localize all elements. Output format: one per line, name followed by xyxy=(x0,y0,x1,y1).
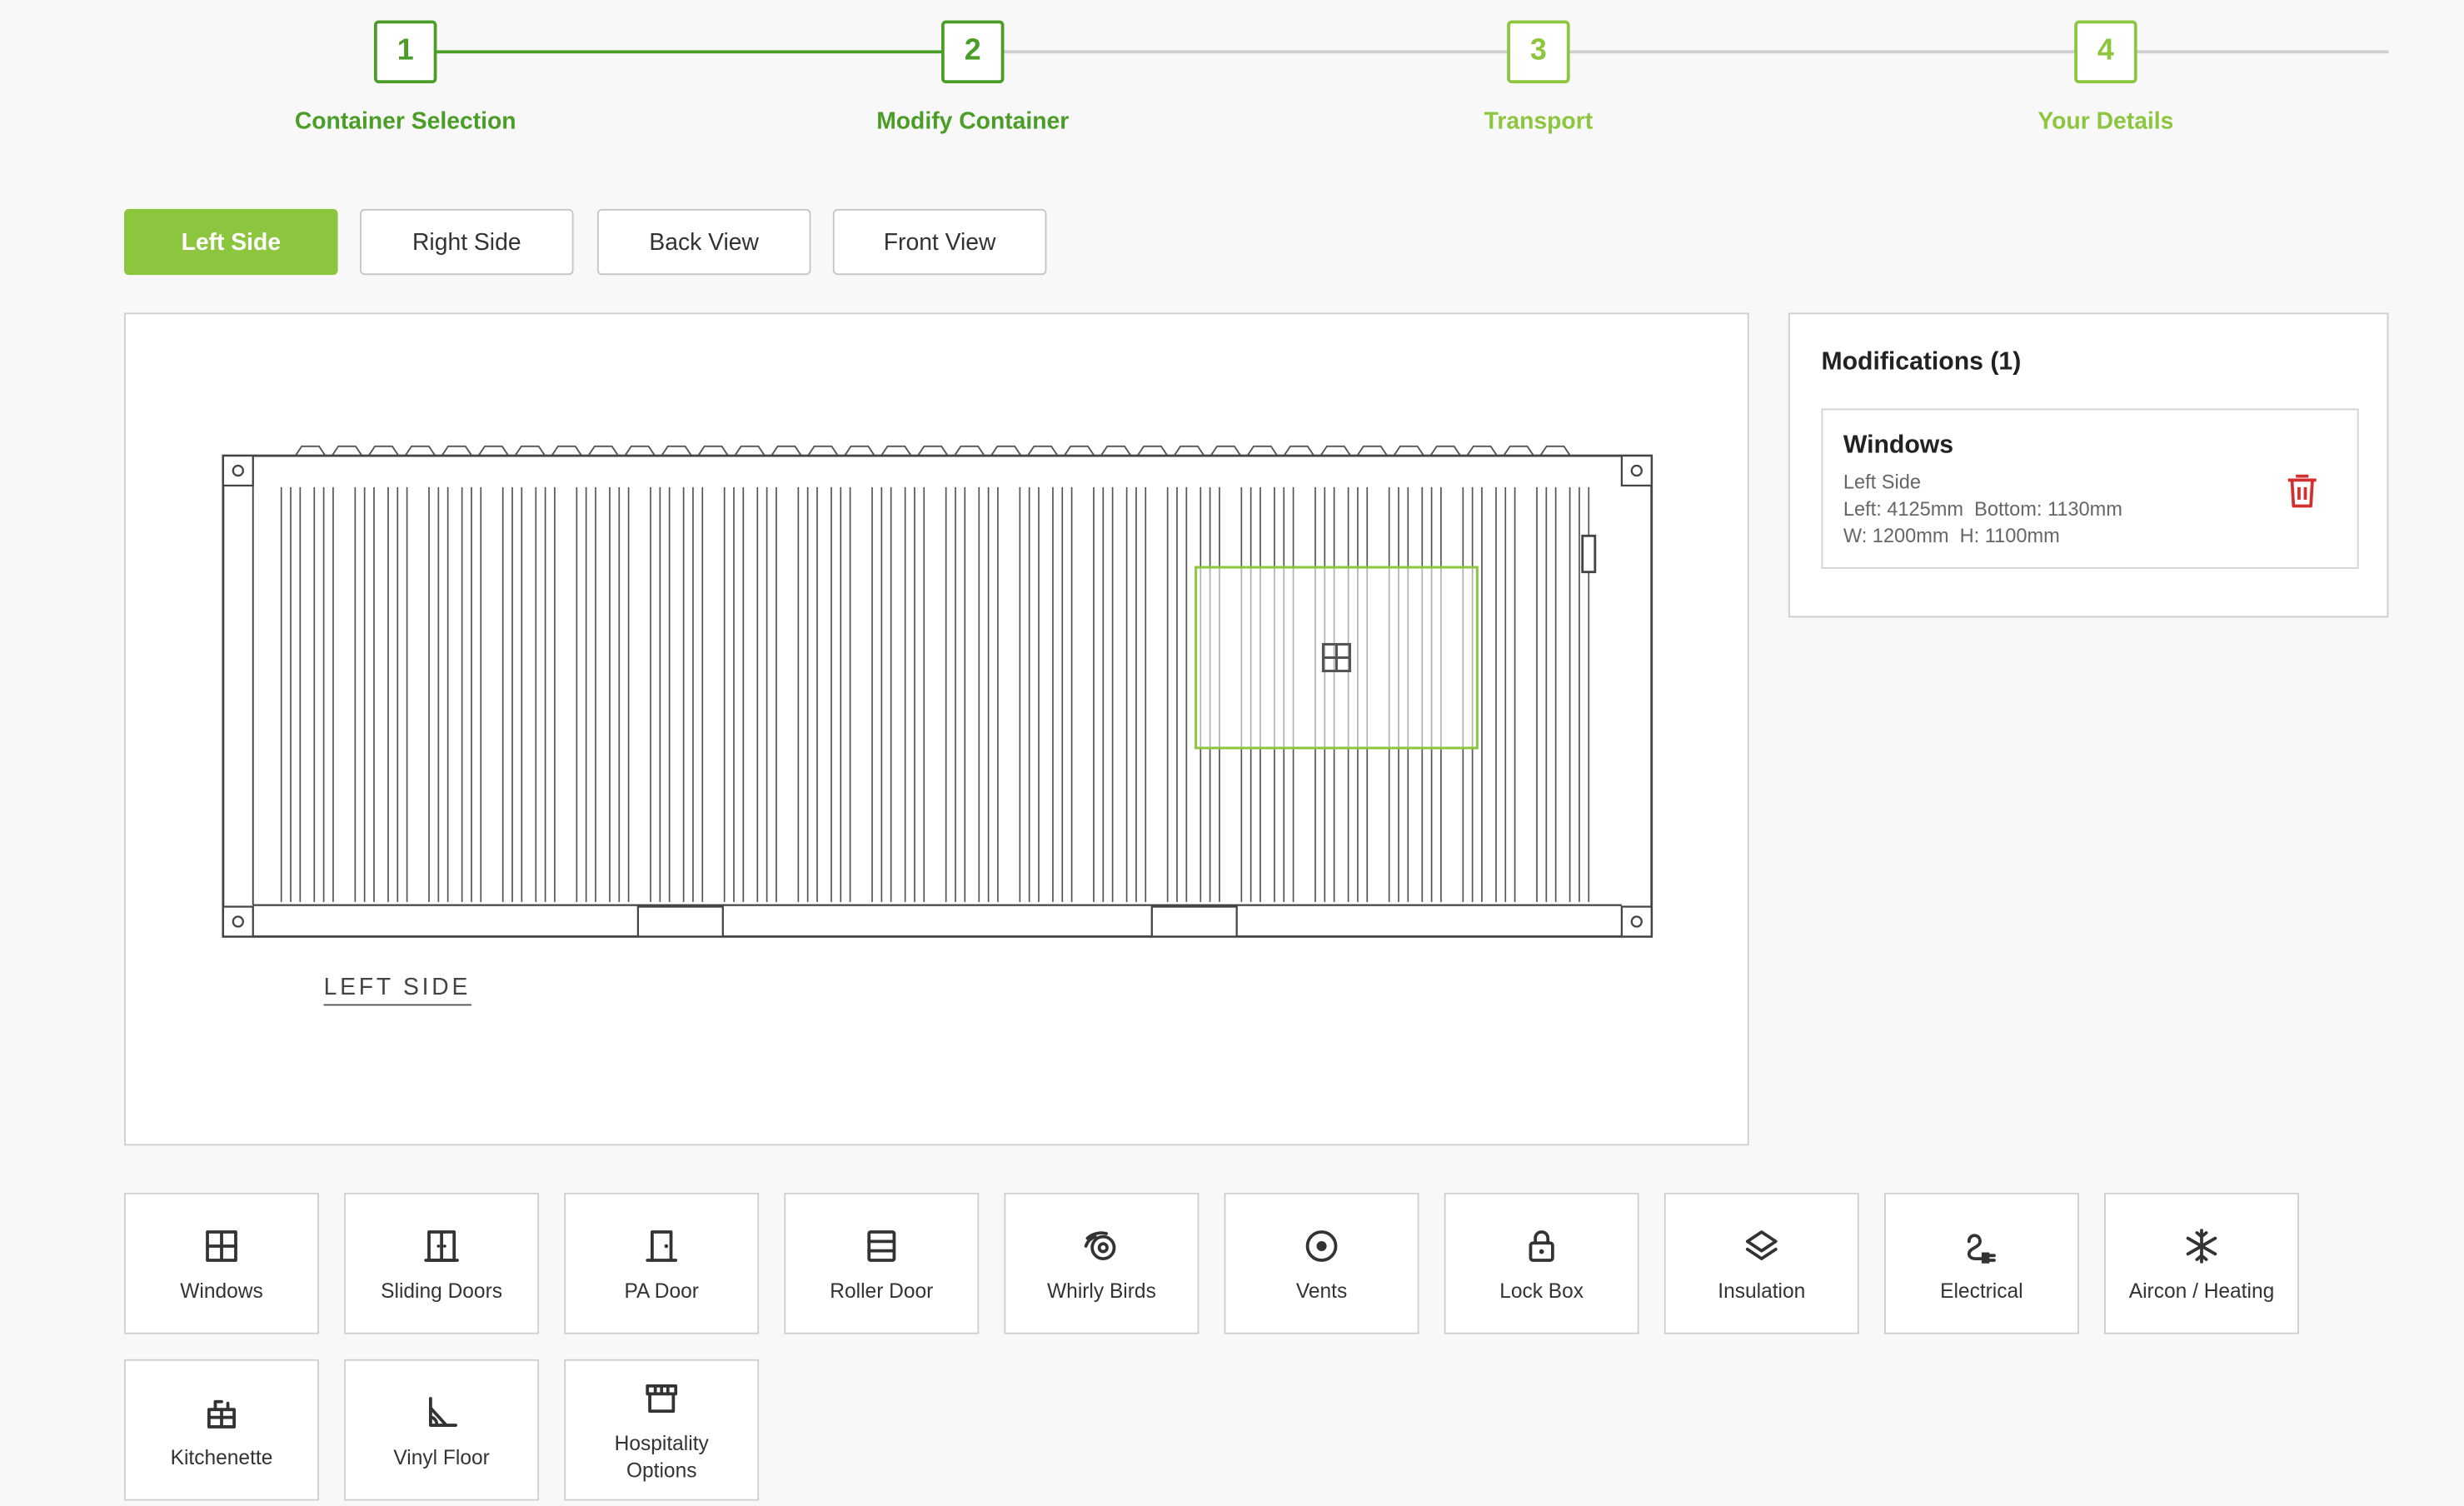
feature-vinyl-floor[interactable]: Vinyl Floor xyxy=(344,1359,540,1501)
step-3-number[interactable]: 3 xyxy=(1507,20,1570,83)
step-2-label[interactable]: Modify Container xyxy=(784,108,1161,135)
modification-position: Left: 4125mm Bottom: 1130mm xyxy=(1843,498,2122,521)
feature-label: Roller Door xyxy=(830,1279,934,1303)
feature-electrical[interactable]: Electrical xyxy=(1883,1192,2079,1334)
corner-casting xyxy=(1620,454,1653,487)
step-connector xyxy=(1566,50,2077,54)
feature-label: Hospitality Options xyxy=(614,1431,709,1482)
roof-corrugation xyxy=(294,445,1571,457)
step-3-label[interactable]: Transport xyxy=(1350,108,1728,135)
sliding-door-icon xyxy=(424,1230,459,1262)
tab-right-side[interactable]: Right Side xyxy=(360,208,574,276)
container-canvas[interactable]: LEFT SIDE xyxy=(124,312,1749,1146)
door-icon xyxy=(646,1230,678,1262)
forklift-pocket xyxy=(636,905,724,938)
feature-label: Windows xyxy=(180,1279,263,1303)
feature-sliding-doors[interactable]: Sliding Doors xyxy=(344,1192,540,1334)
snowflake-icon xyxy=(2186,1229,2217,1264)
whirly-bird-icon xyxy=(1084,1231,1116,1260)
roller-door-icon xyxy=(867,1230,896,1262)
step-1-label[interactable]: Container Selection xyxy=(217,108,594,135)
feature-insulation[interactable]: Insulation xyxy=(1663,1192,1859,1334)
lock-icon xyxy=(1529,1230,1554,1262)
window-icon xyxy=(206,1230,237,1262)
door-handle xyxy=(1581,534,1597,574)
modifications-panel: Modifications (1) Windows Left Side Left… xyxy=(1788,312,2389,618)
floor-icon xyxy=(429,1397,457,1427)
feature-label: Kitchenette xyxy=(170,1445,273,1469)
feature-label: Vinyl Floor xyxy=(393,1445,490,1469)
forklift-pocket xyxy=(1150,905,1238,938)
layers-icon xyxy=(1745,1230,1778,1260)
modifications-title: Modifications (1) xyxy=(1821,348,2022,376)
side-label: LEFT SIDE xyxy=(323,975,471,1006)
feature-whirly-birds[interactable]: Whirly Birds xyxy=(1004,1192,1200,1334)
feature-label: Whirly Birds xyxy=(1047,1279,1156,1303)
step-4-label[interactable]: Your Details xyxy=(1918,108,2295,135)
feature-lock-box[interactable]: Lock Box xyxy=(1444,1192,1639,1334)
modification-card[interactable]: Windows Left Side Left: 4125mm Bottom: 1… xyxy=(1821,408,2359,569)
step-connector xyxy=(433,50,945,54)
feature-label: Aircon / Heating xyxy=(2128,1279,2275,1303)
feature-aircon-heating[interactable]: Aircon / Heating xyxy=(2104,1192,2299,1334)
tab-front-view[interactable]: Front View xyxy=(832,208,1047,276)
plug-icon xyxy=(1967,1234,1996,1264)
vent-icon xyxy=(1305,1230,1338,1262)
feature-label: Insulation xyxy=(1718,1279,1806,1303)
container-drawing xyxy=(222,445,1653,938)
corner-casting xyxy=(222,905,254,938)
feature-kitchenette[interactable]: Kitchenette xyxy=(124,1359,319,1501)
kitchen-icon xyxy=(207,1399,236,1429)
step-4-number[interactable]: 4 xyxy=(2074,20,2137,83)
modification-side: Left Side xyxy=(1843,471,1921,494)
feature-label: Lock Box xyxy=(1499,1279,1584,1303)
feature-windows[interactable]: Windows xyxy=(124,1192,319,1334)
feature-label: Electrical xyxy=(1940,1279,2023,1303)
feature-pa-door[interactable]: PA Door xyxy=(564,1192,760,1334)
tab-left-side[interactable]: Left Side xyxy=(124,208,338,276)
configurator-page: 1 2 3 4 Container Selection Modify Conta… xyxy=(0,0,2464,1505)
feature-label: PA Door xyxy=(624,1279,699,1303)
tab-back-view[interactable]: Back View xyxy=(596,208,811,276)
feature-vents[interactable]: Vents xyxy=(1224,1192,1419,1334)
feature-label: Vents xyxy=(1295,1279,1348,1303)
step-connector xyxy=(2133,50,2389,54)
storefront-icon xyxy=(646,1384,678,1413)
window-modification[interactable] xyxy=(1195,566,1479,750)
feature-label: Sliding Doors xyxy=(381,1279,503,1303)
corner-casting xyxy=(1620,905,1653,938)
step-1-number[interactable]: 1 xyxy=(373,20,437,83)
trash-icon[interactable] xyxy=(2285,471,2320,509)
step-2-number[interactable]: 2 xyxy=(941,20,1005,83)
modification-name: Windows xyxy=(1843,431,1954,459)
modification-size: W: 1200mm H: 1100mm xyxy=(1843,525,2060,547)
corner-casting xyxy=(222,454,254,487)
feature-hospitality-options[interactable]: Hospitality Options xyxy=(564,1359,760,1501)
feature-roller-door[interactable]: Roller Door xyxy=(784,1192,980,1334)
step-connector xyxy=(1000,50,1510,54)
